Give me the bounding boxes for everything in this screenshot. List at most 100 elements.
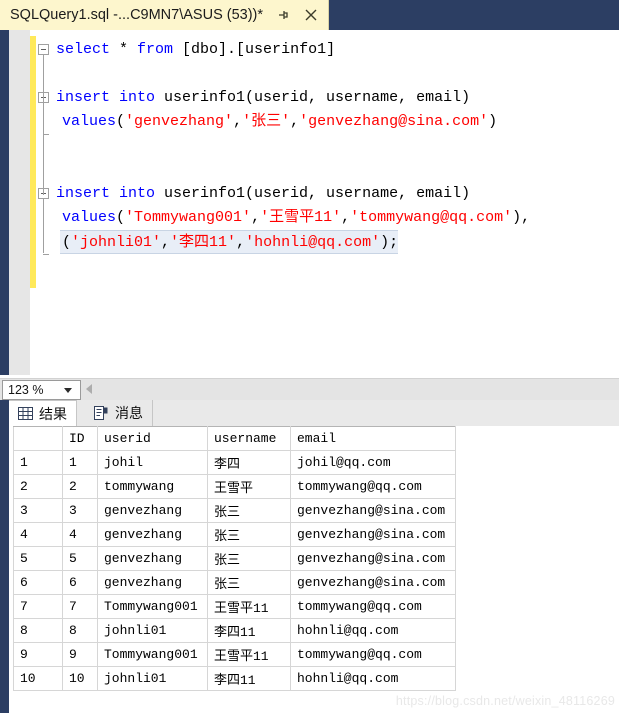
sql-editor[interactable]: select * from [dbo].[userinfo1] insert in… — [0, 30, 619, 375]
table-cell-userid[interactable]: johnli01 — [97, 618, 208, 643]
row-number-cell[interactable]: 6 — [13, 570, 63, 595]
table-cell-email[interactable]: tommywang@qq.com — [290, 642, 456, 667]
table-cell-email[interactable]: tommywang@qq.com — [290, 594, 456, 619]
row-number-cell[interactable]: 3 — [13, 498, 63, 523]
table-row[interactable]: 1 1 johil 李四 johil@qq.com — [13, 450, 456, 475]
close-icon[interactable] — [303, 7, 319, 23]
results-tab-strip: 结果 消息 — [0, 400, 619, 426]
row-number-cell[interactable]: 1 — [13, 450, 63, 475]
document-tab[interactable]: SQLQuery1.sql -...C9MN7\ASUS (53))* — [0, 0, 329, 30]
table-row[interactable]: 2 2 tommywang 王雪平 tommywang@qq.com — [13, 474, 456, 499]
editor-indicator-bar — [0, 30, 9, 375]
table-cell-userid[interactable]: genvezhang — [97, 498, 208, 523]
table-row[interactable]: 4 4 genvezhang 张三 genvezhang@sina.com — [13, 522, 456, 547]
table-cell-username[interactable]: 张三 — [207, 546, 291, 571]
row-number-cell[interactable]: 2 — [13, 474, 63, 499]
table-cell-email[interactable]: genvezhang@sina.com — [290, 546, 456, 571]
code-token: 'genvezhang@sina.com' — [299, 113, 489, 130]
table-cell-userid[interactable]: Tommywang001 — [97, 594, 208, 619]
table-cell-username[interactable]: 王雪平11 — [207, 594, 291, 619]
horizontal-scroll-left-arrow-icon[interactable] — [86, 384, 92, 394]
editor-selection-margin[interactable] — [9, 30, 30, 375]
table-cell-username[interactable]: 王雪平11 — [207, 642, 291, 667]
code-token: userinfo1(userid, username, email) — [164, 89, 471, 106]
table-cell-ID[interactable]: 4 — [62, 522, 98, 547]
code-token: [dbo].[userinfo1] — [182, 41, 336, 58]
table-cell-userid[interactable]: johnli01 — [97, 666, 208, 691]
table-cell-ID[interactable]: 1 — [62, 450, 98, 475]
row-number-cell[interactable]: 4 — [13, 522, 63, 547]
table-cell-ID[interactable]: 3 — [62, 498, 98, 523]
table-cell-email[interactable]: hohnli@qq.com — [290, 666, 456, 691]
table-cell-username[interactable]: 张三 — [207, 498, 291, 523]
table-row[interactable]: 10 10 johnli01 李四11 hohnli@qq.com — [13, 666, 456, 691]
editor-fold-column[interactable] — [36, 30, 56, 375]
table-row[interactable]: 3 3 genvezhang 张三 genvezhang@sina.com — [13, 498, 456, 523]
table-row[interactable]: 5 5 genvezhang 张三 genvezhang@sina.com — [13, 546, 456, 571]
table-row[interactable]: 8 8 johnli01 李四11 hohnli@qq.com — [13, 618, 456, 643]
column-header-username[interactable]: username — [207, 426, 291, 451]
table-cell-userid[interactable]: genvezhang — [97, 570, 208, 595]
results-grid-panel[interactable]: ID userid username email 1 1 johil 李四 johil@qq.… — [0, 426, 619, 713]
table-cell-username[interactable]: 张三 — [207, 522, 291, 547]
table-cell-userid[interactable]: Tommywang001 — [97, 642, 208, 667]
zoom-level-value: 123 % — [8, 383, 44, 397]
table-cell-email[interactable]: genvezhang@sina.com — [290, 570, 456, 595]
results-grid[interactable]: ID userid username email 1 1 johil 李四 johil@qq.… — [13, 426, 456, 691]
table-cell-ID[interactable]: 8 — [62, 618, 98, 643]
table-cell-ID[interactable]: 6 — [62, 570, 98, 595]
editor-code-area[interactable]: select * from [dbo].[userinfo1] insert in… — [56, 30, 619, 375]
table-cell-username[interactable]: 王雪平 — [207, 474, 291, 499]
table-cell-userid[interactable]: tommywang — [97, 474, 208, 499]
table-cell-ID[interactable]: 2 — [62, 474, 98, 499]
table-cell-userid[interactable]: genvezhang — [97, 522, 208, 547]
table-cell-email[interactable]: tommywang@qq.com — [290, 474, 456, 499]
pin-icon[interactable] — [275, 7, 291, 23]
code-token: insert into — [56, 185, 165, 202]
code-token: select — [56, 41, 120, 58]
row-number-cell[interactable]: 7 — [13, 594, 63, 619]
table-cell-username[interactable]: 李四11 — [207, 618, 291, 643]
tab-results-label: 结果 — [39, 405, 67, 422]
code-token: 'johnli01' — [71, 234, 162, 251]
code-token: ); — [380, 234, 399, 251]
code-token: , — [236, 234, 246, 251]
table-cell-email[interactable]: genvezhang@sina.com — [290, 522, 456, 547]
chevron-down-icon[interactable] — [64, 387, 72, 393]
table-row[interactable]: 7 7 Tommywang001 王雪平11 tommywang@qq.com — [13, 594, 456, 619]
row-number-cell[interactable]: 9 — [13, 642, 63, 667]
code-token: ), — [512, 209, 531, 226]
table-row[interactable]: 6 6 genvezhang 张三 genvezhang@sina.com — [13, 570, 456, 595]
table-cell-email[interactable]: hohnli@qq.com — [290, 618, 456, 643]
row-number-cell[interactable]: 8 — [13, 618, 63, 643]
table-cell-ID[interactable]: 5 — [62, 546, 98, 571]
table-row[interactable]: 9 9 Tommywang001 王雪平11 tommywang@qq.com — [13, 642, 456, 667]
tab-results[interactable]: 结果 — [9, 400, 77, 426]
code-token: '李四11' — [170, 234, 237, 251]
table-cell-email[interactable]: johil@qq.com — [290, 450, 456, 475]
zoom-level-combobox[interactable]: 123 % — [2, 380, 81, 400]
row-number-cell[interactable]: 5 — [13, 546, 63, 571]
table-cell-username[interactable]: 李四11 — [207, 666, 291, 691]
code-line: insert into userinfo1(userid, username, … — [56, 86, 470, 110]
table-cell-ID[interactable]: 10 — [62, 666, 98, 691]
code-token: '王雪平11' — [260, 209, 342, 226]
column-header-ID[interactable]: ID — [62, 426, 98, 451]
tab-messages[interactable]: 消息 — [85, 400, 153, 426]
table-cell-username[interactable]: 张三 — [207, 570, 291, 595]
table-cell-email[interactable]: genvezhang@sina.com — [290, 498, 456, 523]
table-cell-ID[interactable]: 7 — [62, 594, 98, 619]
row-number-cell[interactable]: 10 — [13, 666, 63, 691]
code-token: ( — [116, 209, 126, 226]
table-cell-username[interactable]: 李四 — [207, 450, 291, 475]
row-header-corner[interactable] — [13, 426, 63, 451]
fold-toggle-icon[interactable] — [38, 44, 49, 55]
table-cell-ID[interactable]: 9 — [62, 642, 98, 667]
code-line: values('Tommywang001','王雪平11','tommywang… — [62, 206, 530, 230]
column-header-email[interactable]: email — [290, 426, 456, 451]
code-token: , — [341, 209, 351, 226]
column-header-userid[interactable]: userid — [97, 426, 208, 451]
table-cell-userid[interactable]: johil — [97, 450, 208, 475]
fold-guide-line — [43, 55, 44, 195]
table-cell-userid[interactable]: genvezhang — [97, 546, 208, 571]
